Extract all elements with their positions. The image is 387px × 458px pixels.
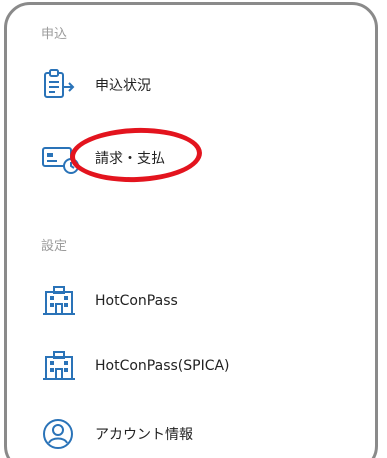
menu-item-label: アカウント情報 — [95, 427, 193, 443]
menu-item-label: 申込状況 — [95, 78, 151, 94]
menu-item-billing-payment[interactable]: 請求・支払 — [41, 138, 361, 178]
menu-item-hotconpass[interactable]: HotConPass — [41, 281, 361, 321]
card-clock-icon — [41, 140, 81, 176]
section-label-settings: 設定 — [41, 239, 68, 254]
menu-item-label: HotConPass(SPICA) — [95, 358, 230, 374]
hotel-building-icon — [41, 348, 81, 384]
account-circle-icon — [41, 416, 81, 452]
menu-panel: 申込 申込状況 請求・支払 設定 HotConPass HotConPass(S… — [4, 2, 378, 458]
screenshot-frame: 申込 申込状況 請求・支払 設定 HotConPass HotConPass(S… — [0, 0, 387, 458]
menu-item-label: HotConPass — [95, 293, 178, 309]
clipboard-arrow-icon — [41, 67, 81, 103]
menu-item-account-info[interactable]: アカウント情報 — [41, 414, 361, 454]
menu-item-label: 請求・支払 — [95, 151, 165, 167]
menu-item-hotconpass-spica[interactable]: HotConPass(SPICA) — [41, 346, 361, 386]
menu-item-application-status[interactable]: 申込状況 — [41, 65, 361, 105]
section-label-apply: 申込 — [41, 27, 68, 42]
hotel-building-icon — [41, 283, 81, 319]
